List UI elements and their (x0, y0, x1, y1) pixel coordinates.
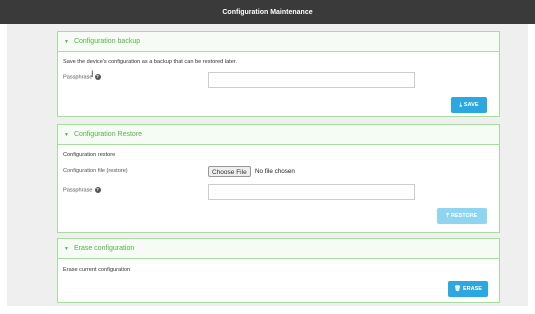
choose-file-button[interactable]: Choose File (208, 166, 251, 177)
top-bar: Configuration Maintenance (0, 0, 535, 24)
text-cursor-icon: I (91, 69, 94, 79)
erase-description: Erase current configuration (63, 267, 131, 273)
restore-panel: ▼ Configuration Restore Configuration re… (57, 124, 500, 233)
question-icon[interactable]: ? (94, 74, 101, 80)
chevron-down-icon: ▼ (64, 245, 69, 252)
question-icon[interactable]: ? (94, 187, 101, 193)
trash-icon: 🗑 (454, 286, 462, 292)
erase-title: Erase configuration (73, 245, 135, 252)
save-button[interactable]: ⤓ SAVE (451, 97, 487, 113)
restore-panel-header[interactable]: ▼ Configuration Restore (58, 125, 499, 145)
erase-button[interactable]: 🗑 ERASE (448, 281, 488, 297)
no-file-text: No file chosen (255, 168, 295, 175)
restore-passphrase-input[interactable] (208, 184, 415, 200)
restore-button[interactable]: ⤒ RESTORE (437, 208, 487, 224)
backup-passphrase-input[interactable] (208, 72, 415, 88)
page-title: Configuration Maintenance (222, 8, 313, 16)
download-icon: ⤓ (459, 101, 462, 108)
main-content: ▼ Configuration backup Save the device's… (7, 24, 528, 306)
chevron-down-icon: ▼ (64, 131, 69, 138)
restore-passphrase-label: Passphrase? (63, 187, 101, 194)
restore-title: Configuration Restore (73, 131, 143, 138)
restore-file-label: Configuration file (restore) (63, 168, 128, 174)
backup-title: Configuration backup (73, 38, 141, 45)
restore-subheading: Configuration restore (63, 152, 116, 158)
backup-passphrase-label: Passphrase? (63, 74, 101, 81)
upload-icon: ⤒ (446, 212, 449, 219)
chevron-down-icon: ▼ (64, 38, 69, 45)
erase-panel-header[interactable]: ▼ Erase configuration (58, 239, 499, 259)
erase-panel: ▼ Erase configuration Erase current conf… (57, 238, 500, 303)
backup-panel: ▼ Configuration backup Save the device's… (57, 31, 500, 117)
backup-description: Save the device's configuration as a bac… (63, 59, 237, 65)
backup-panel-header[interactable]: ▼ Configuration backup (58, 32, 499, 52)
